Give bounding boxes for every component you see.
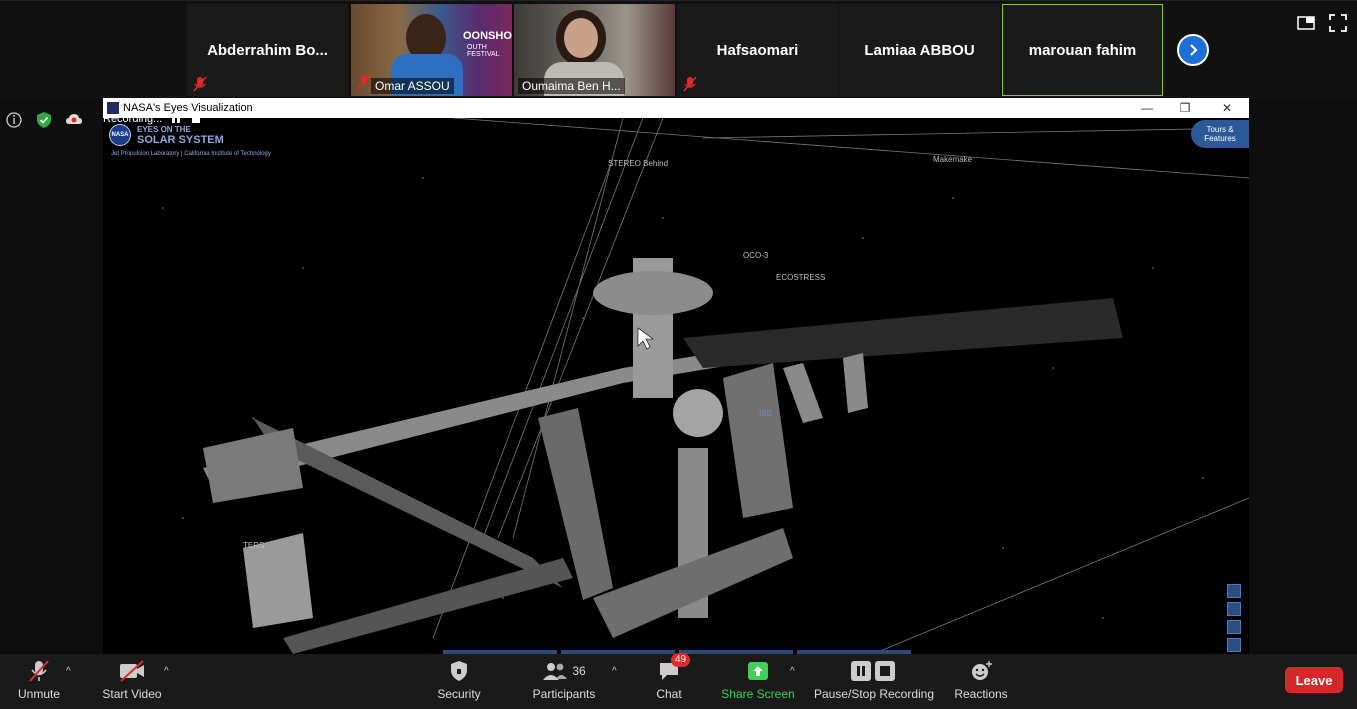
logo-subtitle: Jet Propulsion Laboratory | California I… xyxy=(111,151,271,157)
restore-icon[interactable]: ❐ xyxy=(1165,98,1205,118)
participant-name: Lamiaa ABBOU xyxy=(864,41,975,59)
participant-name: Omar ASSOU xyxy=(371,78,454,94)
video-gallery: Abderrahim Bo... OONSHOT OUTH FESTIVAL O… xyxy=(0,0,1357,100)
share-options-chevron-icon[interactable]: ^ xyxy=(790,666,795,677)
muted-mic-icon xyxy=(193,76,207,92)
backdrop-text: OONSHOT xyxy=(463,30,512,42)
muted-mic-icon xyxy=(683,76,697,92)
video-off-icon xyxy=(118,659,146,683)
label-iss: ISS xyxy=(759,409,772,418)
view-icon[interactable] xyxy=(1227,638,1241,652)
muted-mic-icon xyxy=(27,659,51,683)
security-button[interactable]: Security xyxy=(432,654,486,709)
minimize-icon[interactable]: — xyxy=(1127,98,1167,118)
participants-label: Participants xyxy=(532,687,596,701)
label-makemake: Makemake xyxy=(933,155,973,164)
reactions-button[interactable]: Reactions xyxy=(952,654,1010,709)
participants-count: 36 xyxy=(572,664,586,678)
pause-stop-recording-button[interactable]: Pause/Stop Recording xyxy=(812,654,936,709)
muted-mic-icon xyxy=(357,74,371,90)
participant-tile[interactable]: Hafsaomari xyxy=(677,4,838,96)
participant-name: Abderrahim Bo... xyxy=(207,41,328,59)
gallery-scroll-indicator xyxy=(0,0,1357,1)
pause-icon[interactable] xyxy=(170,113,182,125)
start-video-label: Start Video xyxy=(102,687,162,701)
share-screen-button[interactable]: Share Screen xyxy=(720,654,796,709)
reactions-smiley-icon xyxy=(969,659,993,683)
help-icon[interactable] xyxy=(1227,602,1241,616)
shared-window-titlebar: NASA's Eyes Visualization — ❐ ✕ xyxy=(103,98,1249,118)
participant-tile[interactable]: Abderrahim Bo... xyxy=(187,4,348,96)
side-toolbar xyxy=(1227,580,1243,652)
start-video-button[interactable]: Start Video xyxy=(100,654,164,709)
participants-icon: 36 xyxy=(542,659,586,683)
participant-video-tile[interactable]: Oumaima Ben H... xyxy=(514,4,675,96)
chat-label: Chat xyxy=(656,687,682,701)
unmute-label: Unmute xyxy=(17,687,61,701)
chat-unread-badge: 49 xyxy=(671,653,691,667)
leave-button[interactable]: Leave xyxy=(1285,667,1343,693)
participant-name: Oumaima Ben H... xyxy=(518,78,625,94)
participants-button[interactable]: 36 Participants xyxy=(530,654,598,709)
security-shield-icon xyxy=(448,659,470,683)
iss-visualization[interactable]: STEREO Behind Makemake OCO-3 ECOSTRESS I… xyxy=(103,118,1249,654)
cloud-recording-icon[interactable] xyxy=(64,110,84,130)
tours-features-button[interactable]: Tours & Features xyxy=(1191,120,1249,148)
security-label: Security xyxy=(437,687,481,701)
participant-name: Hafsaomari xyxy=(716,41,799,59)
participant-video-tile[interactable]: OONSHOT OUTH FESTIVAL Omar ASSOU xyxy=(351,4,512,96)
eyes-logo: NASA EYES ON THE SOLAR SYSTEM Jet Propul… xyxy=(109,124,271,157)
shared-screen[interactable]: NASA's Eyes Visualization — ❐ ✕ STEREO B… xyxy=(103,98,1249,654)
nasa-logo-icon: NASA xyxy=(109,124,131,146)
backdrop-subtext: OUTH FESTIVAL xyxy=(467,44,500,58)
reactions-label: Reactions xyxy=(954,687,1008,701)
share-screen-icon xyxy=(747,659,769,683)
stop-icon[interactable] xyxy=(190,113,202,125)
info-icon[interactable] xyxy=(4,110,24,130)
participant-face xyxy=(564,18,598,58)
close-icon[interactable]: ✕ xyxy=(1207,98,1247,118)
recording-controls-icon xyxy=(849,659,899,683)
view-controls xyxy=(1297,14,1347,32)
participant-tile-active-speaker[interactable]: marouan fahim xyxy=(1002,4,1163,96)
logo-line2: SOLAR SYSTEM xyxy=(137,134,224,146)
chevron-right-icon xyxy=(1190,44,1198,56)
unmute-button[interactable]: Unmute xyxy=(14,654,64,709)
audio-options-chevron-icon[interactable]: ^ xyxy=(66,666,71,677)
participants-options-chevron-icon[interactable]: ^ xyxy=(612,666,617,677)
label-ecostress: ECOSTRESS xyxy=(776,273,825,282)
fullscreen-icon[interactable] xyxy=(1329,14,1347,32)
participant-name: marouan fahim xyxy=(1028,41,1137,59)
chat-bubble-icon: 49 xyxy=(657,653,691,683)
home-icon[interactable] xyxy=(1227,584,1241,598)
recording-label: Recording... xyxy=(103,113,163,125)
participant-tile[interactable]: Lamiaa ABBOU xyxy=(839,4,1000,96)
next-page-button[interactable] xyxy=(1177,34,1209,66)
label-stereo-behind: STEREO Behind xyxy=(608,159,668,168)
label-ters: TERS xyxy=(243,541,264,550)
meeting-status-icons xyxy=(4,110,84,130)
share-screen-label: Share Screen xyxy=(721,687,795,701)
label-oco3: OCO-3 xyxy=(743,251,769,260)
chat-button[interactable]: 49 Chat xyxy=(652,653,691,709)
meeting-toolbar: Unmute ^ Start Video ^ Security 36 Parti… xyxy=(0,653,1357,709)
recording-button-label: Pause/Stop Recording xyxy=(813,687,935,701)
video-options-chevron-icon[interactable]: ^ xyxy=(164,666,169,677)
settings-icon[interactable] xyxy=(1227,620,1241,634)
recording-indicator: Recording... xyxy=(103,111,202,127)
view-layout-icon[interactable] xyxy=(1297,14,1315,32)
encryption-shield-icon[interactable] xyxy=(34,110,54,130)
